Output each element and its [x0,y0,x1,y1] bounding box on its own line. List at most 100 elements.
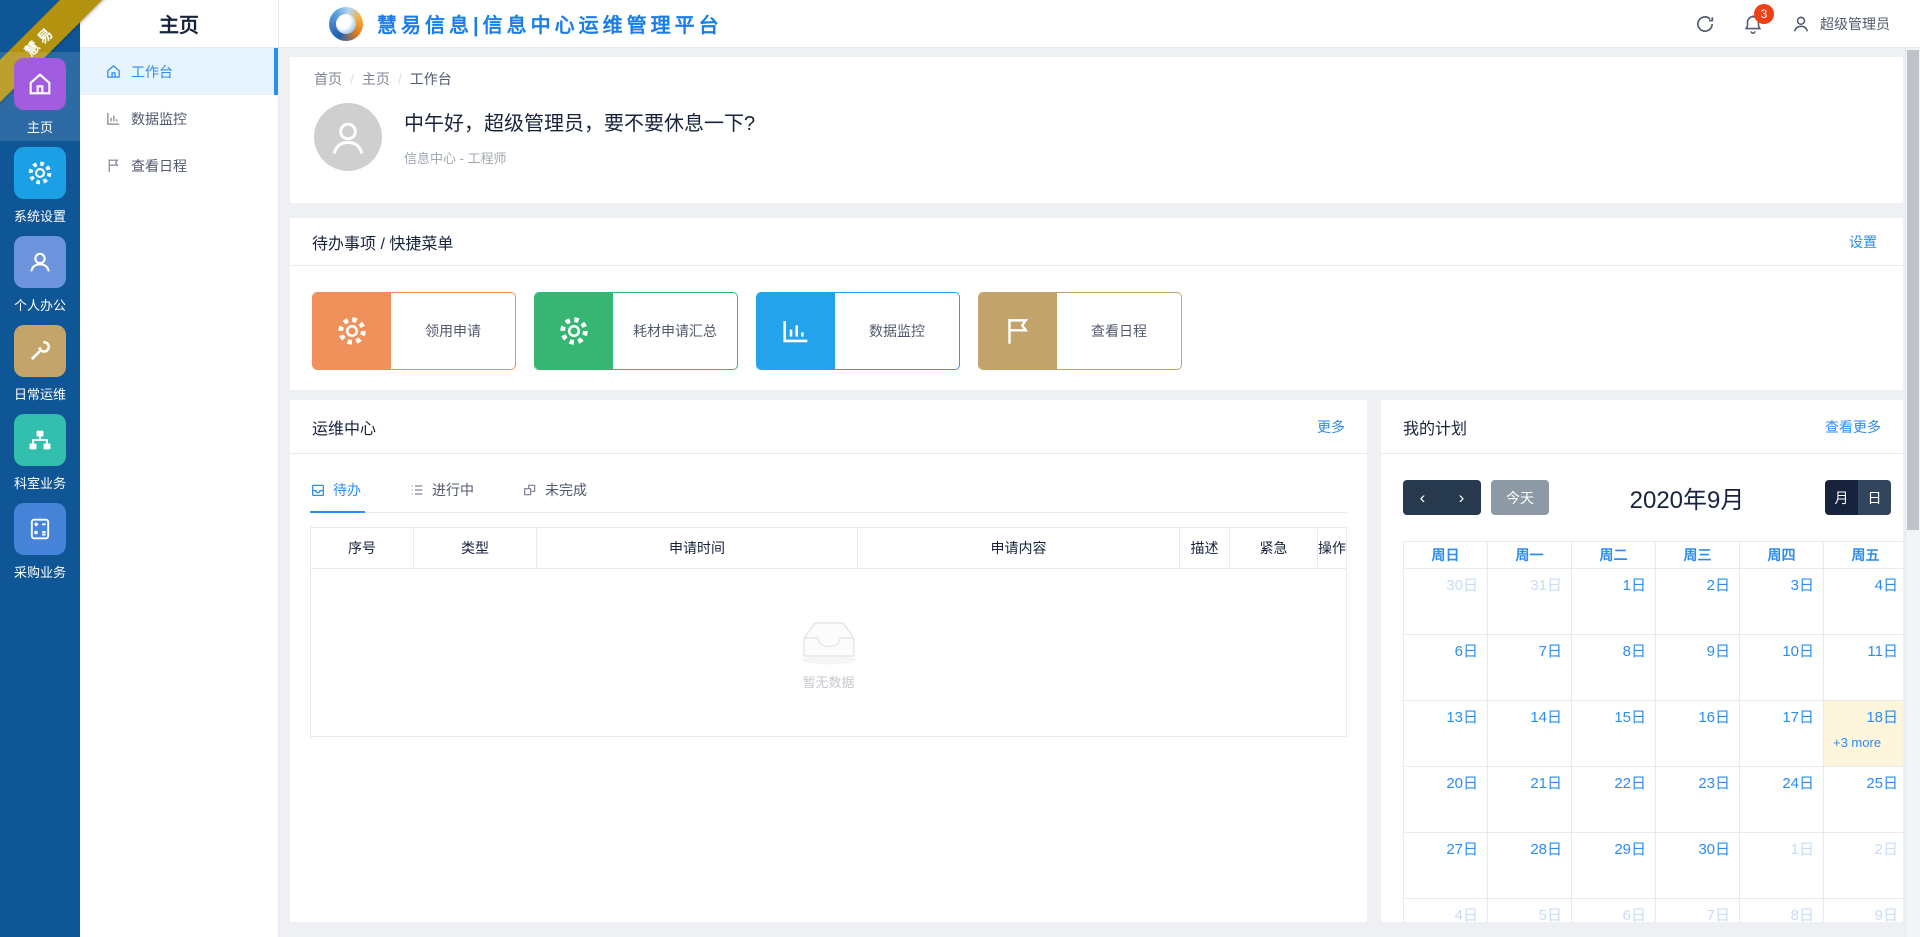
app-item-daily-ops[interactable]: 日常运维 [0,319,80,408]
day-number: 9日 [1875,904,1898,922]
calendar-day-cell[interactable]: 22日 [1572,767,1656,833]
sidebar-item-schedule[interactable]: 查看日程 [80,142,278,189]
calendar-day-cell[interactable]: 30日 [1404,569,1488,635]
flag-icon [979,293,1057,369]
calendar-day-cell[interactable]: 13日 [1404,701,1488,767]
view-more-link[interactable]: 查看更多 [1825,417,1881,437]
greeting-card: 首页 / 主页 / 工作台 中午好，超级管理员，要不要休息一下? 信息中心 - … [290,57,1903,203]
sidebar-item-label: 工作台 [131,62,173,82]
home-icon [105,63,122,80]
calendar-day-cell[interactable]: 17日 [1740,701,1824,767]
calendar-day-cell[interactable]: 7日 [1656,899,1740,922]
calendar-day-cell[interactable]: 18日 +3 more [1824,701,1903,767]
today-button[interactable]: 今天 [1491,480,1549,515]
calendar-day-cell[interactable]: 5日 [1488,899,1572,922]
quick-card-consumables-summary[interactable]: 耗材申请汇总 [534,292,738,370]
calendar-day-cell[interactable]: 28日 [1488,833,1572,899]
day-number: 25日 [1866,772,1898,793]
prev-month-button[interactable]: ‹ [1403,480,1442,515]
calendar-day-cell[interactable]: 30日 [1656,833,1740,899]
app-sidebar: 慧易 主页 系统设置 个人办公 日常运维 [0,0,80,937]
tab-label: 未完成 [545,480,587,500]
calendar-day-cell[interactable]: 27日 [1404,833,1488,899]
day-number: 30日 [1698,838,1730,859]
calendar-day-cell[interactable]: 8日 [1740,899,1824,922]
calendar-day-cell[interactable]: 6日 [1404,635,1488,701]
ops-table-header: 序号类型申请时间申请内容描述紧急操作 [311,528,1346,568]
calendar-day-cell[interactable]: 4日 [1404,899,1488,922]
calendar-day-cell[interactable]: 7日 [1488,635,1572,701]
sidebar-item-label: 查看日程 [131,156,187,176]
calendar-day-cell[interactable]: 24日 [1740,767,1824,833]
refresh-icon[interactable] [1694,13,1716,35]
sidebar-item-data-monitor[interactable]: 数据监控 [80,95,278,142]
my-plan-panel: 我的计划 查看更多 ‹ › 今天 2020年9月 月 日 [1381,400,1903,922]
app-item-purchase-business[interactable]: 采购业务 [0,497,80,586]
breadcrumb-separator: / [398,71,402,87]
calendar-day-cell[interactable]: 23日 [1656,767,1740,833]
app-item-label: 系统设置 [14,206,66,225]
calendar-day-cell[interactable]: 20日 [1404,767,1488,833]
username: 超级管理员 [1820,14,1890,34]
settings-link[interactable]: 设置 [1849,232,1877,252]
calendar-day-cell[interactable]: 14日 [1488,701,1572,767]
app-item-home[interactable]: 主页 [0,52,80,141]
calendar-day-cell[interactable]: 3日 [1740,569,1824,635]
calendar-month-title: 2020年9月 [1549,480,1825,515]
calendar-day-cell[interactable]: 25日 [1824,767,1903,833]
next-month-button[interactable]: › [1442,480,1481,515]
calendar-grid: 30日 31日 1日 [1403,569,1903,922]
quick-cards: 领用申请 耗材申请汇总 数据监控 [290,266,1903,370]
app-item-label: 个人办公 [14,295,66,314]
calendar-day-cell[interactable]: 9日 [1656,635,1740,701]
day-number: 1日 [1623,574,1646,595]
home-icon [14,58,66,110]
breadcrumb-item[interactable]: 主页 [362,69,390,89]
app-item-personal-office[interactable]: 个人办公 [0,230,80,319]
calendar-day-cell[interactable]: 29日 [1572,833,1656,899]
calendar-day-cell[interactable]: 2日 [1824,833,1903,899]
view-month-button[interactable]: 月 [1825,480,1858,515]
breadcrumb-item[interactable]: 首页 [314,69,342,89]
more-link[interactable]: 更多 [1317,417,1345,437]
user-menu[interactable]: 超级管理员 [1790,13,1890,35]
tab-unfinished[interactable]: 未完成 [522,480,591,512]
calendar-day-cell[interactable]: 1日 [1740,833,1824,899]
calendar-day-cell[interactable]: 1日 [1572,569,1656,635]
vertical-scrollbar[interactable] [1905,48,1920,937]
quick-menu-card: 待办事项 / 快捷菜单 设置 领用申请 耗材申请汇总 [290,218,1903,390]
quick-card-requisition[interactable]: 领用申请 [312,292,516,370]
day-number: 2日 [1875,838,1898,859]
tab-in-progress[interactable]: 进行中 [409,480,478,512]
user-icon [1790,13,1812,35]
scrollbar-thumb[interactable] [1907,50,1919,530]
bar-chart-icon [105,110,122,127]
weekday-label: 周三 [1656,542,1740,568]
calendar-day-cell[interactable]: 16日 [1656,701,1740,767]
app-item-dept-business[interactable]: 科室业务 [0,408,80,497]
tab-todo[interactable]: 待办 [310,480,365,512]
calendar-day-cell[interactable]: 8日 [1572,635,1656,701]
sidebar-item-workbench[interactable]: 工作台 [80,48,278,95]
person-icon [14,236,66,288]
notification-bell-icon[interactable]: 3 [1742,13,1764,35]
breadcrumb-item-current: 工作台 [410,69,452,89]
calendar-day-cell[interactable]: 4日 [1824,569,1903,635]
blocks-icon [522,482,538,498]
quick-card-data-monitor[interactable]: 数据监控 [756,292,960,370]
calendar-day-cell[interactable]: 2日 [1656,569,1740,635]
day-number: 15日 [1614,706,1646,727]
calendar-day-cell[interactable]: 21日 [1488,767,1572,833]
calendar-day-cell[interactable]: 6日 [1572,899,1656,922]
calendar-day-cell[interactable]: 10日 [1740,635,1824,701]
quick-card-schedule[interactable]: 查看日程 [978,292,1182,370]
calendar-day-cell[interactable]: 31日 [1488,569,1572,635]
view-day-button[interactable]: 日 [1858,480,1891,515]
calendar-day-cell[interactable]: 9日 [1824,899,1903,922]
more-events-link[interactable]: +3 more [1833,735,1881,750]
calendar-day-cell[interactable]: 11日 [1824,635,1903,701]
app-item-system-settings[interactable]: 系统设置 [0,141,80,230]
secondary-sidebar: 主页 工作台 数据监控 查看日程 [80,0,279,937]
day-number: 8日 [1623,640,1646,661]
calendar-day-cell[interactable]: 15日 [1572,701,1656,767]
